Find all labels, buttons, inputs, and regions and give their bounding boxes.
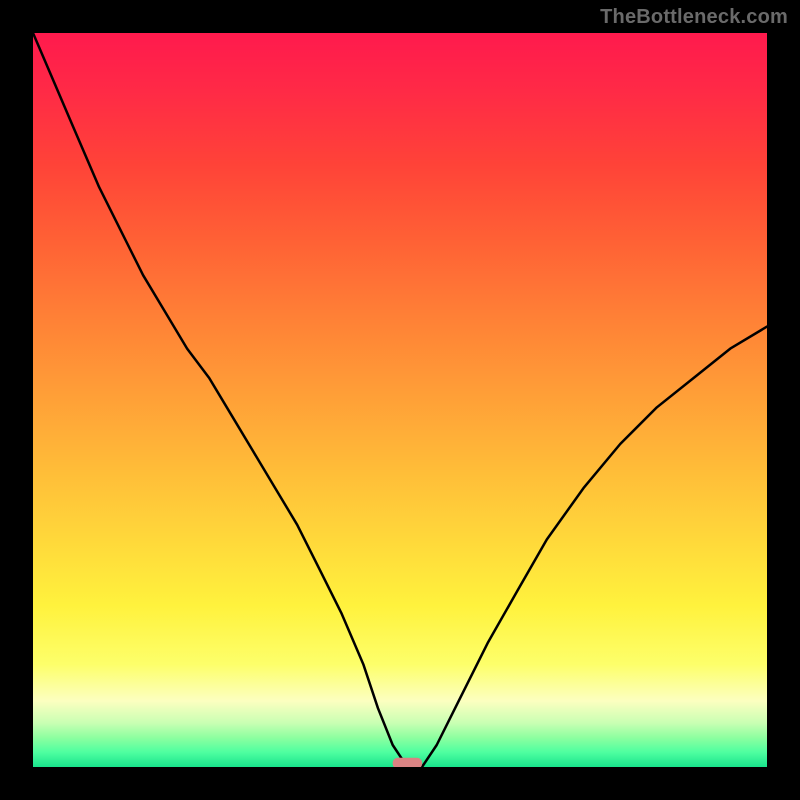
plot-area <box>33 33 767 767</box>
curve-layer <box>33 33 767 767</box>
chart-frame: TheBottleneck.com <box>0 0 800 800</box>
optimal-marker <box>393 758 422 767</box>
bottleneck-curve <box>33 33 767 767</box>
watermark-text: TheBottleneck.com <box>600 6 788 29</box>
